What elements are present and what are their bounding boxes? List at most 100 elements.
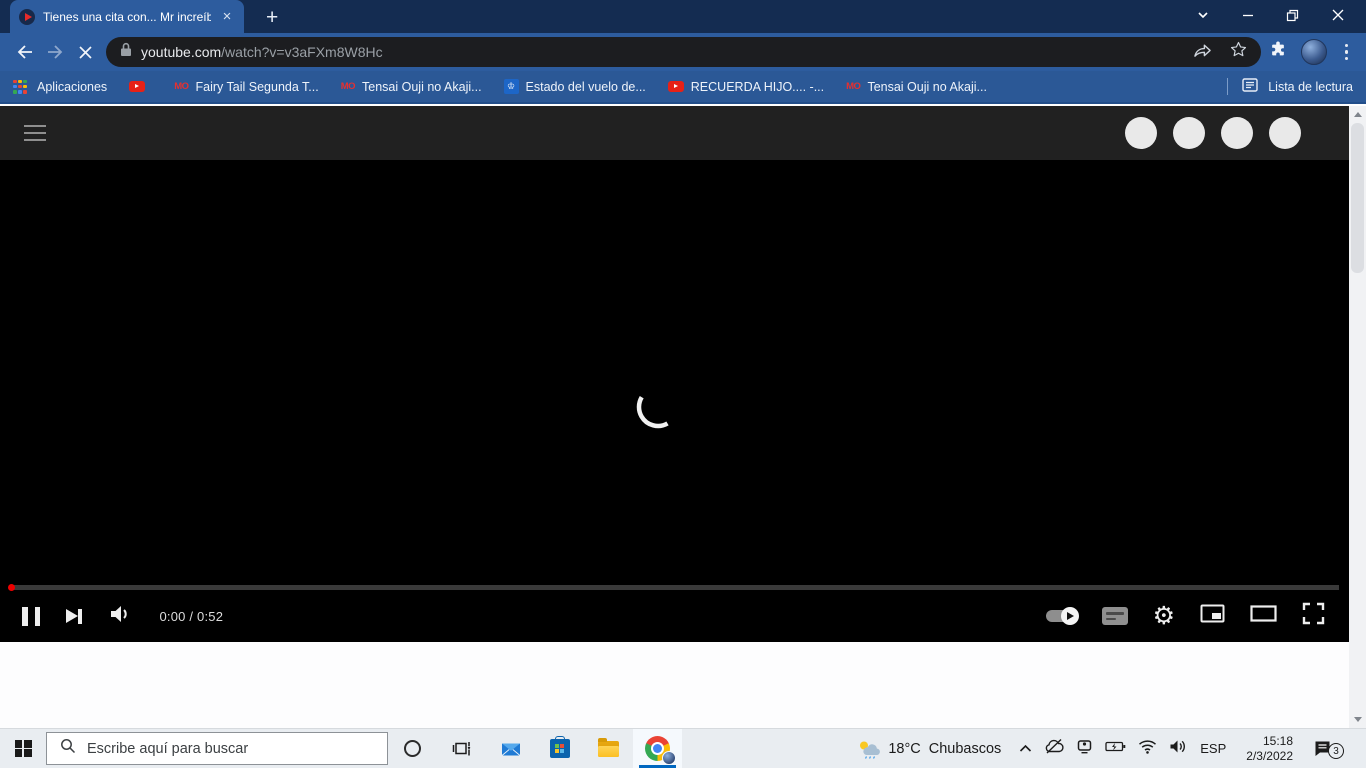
stop-loading-icon[interactable] <box>70 37 100 67</box>
youtube-icon <box>129 81 145 93</box>
tab-search-chevron-icon[interactable] <box>1180 0 1225 30</box>
klm-icon: ♔ <box>504 79 519 94</box>
reading-list-icon <box>1242 78 1258 95</box>
window-controls <box>1180 0 1360 30</box>
chrome-menu-icon[interactable] <box>1341 44 1352 60</box>
subtitles-icon[interactable] <box>1102 607 1128 625</box>
screen: Tienes una cita con... Mr increíble × + <box>0 0 1366 768</box>
bookmarks-bar: Aplicaciones MO Fairy Tail Segunda T... … <box>0 71 1366 104</box>
task-view-button[interactable] <box>437 729 486 768</box>
placeholder-circle <box>1221 117 1253 149</box>
chrome-taskbar-button[interactable] <box>633 729 682 768</box>
player-controls-right <box>1046 602 1349 630</box>
taskbar-search[interactable] <box>46 732 388 765</box>
keyboard-language[interactable]: ESP <box>1200 741 1226 756</box>
notification-badge: 3 <box>1328 743 1344 759</box>
weather-widget[interactable]: 18°C Chubascos <box>857 739 1001 759</box>
weather-icon <box>857 739 880 759</box>
apps-grid-icon[interactable] <box>13 80 27 94</box>
volume-tray-icon[interactable] <box>1169 739 1188 759</box>
forward-icon[interactable] <box>40 37 70 67</box>
page-content-below-player <box>0 642 1349 730</box>
fullscreen-icon[interactable] <box>1302 602 1325 630</box>
onedrive-paused-icon[interactable] <box>1044 738 1064 759</box>
battery-charging-icon[interactable] <box>1105 740 1126 758</box>
bookmark-item[interactable]: RECUERDA HIJO.... -... <box>668 80 824 94</box>
bookmarks-apps-label[interactable]: Aplicaciones <box>37 80 107 94</box>
share-icon[interactable] <box>1193 41 1212 63</box>
mo-icon: MO <box>846 81 860 92</box>
new-tab-button[interactable]: + <box>266 7 278 28</box>
theater-mode-icon[interactable] <box>1250 605 1277 627</box>
miniplayer-icon[interactable] <box>1200 604 1225 628</box>
reading-list-button[interactable]: Lista de lectura <box>1227 78 1353 95</box>
lock-icon[interactable] <box>120 42 132 62</box>
clock-date: 2/3/2022 <box>1246 749 1293 764</box>
wifi-icon[interactable] <box>1138 739 1157 759</box>
system-tray: 18°C Chubascos ESP 15:18 <box>857 729 1366 768</box>
extensions-puzzle-icon[interactable] <box>1269 41 1287 64</box>
bookmark-item[interactable]: MO Fairy Tail Segunda T... <box>174 80 319 94</box>
mo-icon: MO <box>341 81 355 92</box>
youtube-page: 0:00 / 0:52 <box>0 106 1349 728</box>
microsoft-store-button[interactable] <box>535 729 584 768</box>
close-button[interactable] <box>1315 0 1360 30</box>
youtube-header <box>0 106 1349 160</box>
chrome-profile-badge <box>662 751 676 765</box>
time-display: 0:00 / 0:52 <box>160 609 224 624</box>
bookmark-item[interactable]: MO Tensai Ouji no Akaji... <box>846 80 987 94</box>
settings-gear-icon[interactable] <box>1153 604 1175 629</box>
mail-app-button[interactable] <box>486 729 535 768</box>
bookmark-star-icon[interactable] <box>1230 41 1247 63</box>
bookmark-item[interactable]: ♔ Estado del vuelo de... <box>504 79 646 94</box>
clock-time: 15:18 <box>1246 734 1293 749</box>
scrollbar-down-arrow[interactable] <box>1349 711 1366 728</box>
video-player[interactable]: 0:00 / 0:52 <box>0 160 1349 642</box>
pause-button[interactable] <box>22 607 40 626</box>
restore-button[interactable] <box>1270 0 1315 30</box>
tab-close-icon[interactable]: × <box>219 9 235 24</box>
url-domain: youtube.com <box>141 44 221 60</box>
youtube-icon <box>668 81 684 93</box>
browser-tab[interactable]: Tienes una cita con... Mr increíble × <box>10 0 244 33</box>
hamburger-menu-icon[interactable] <box>24 125 46 141</box>
bookmark-item[interactable]: MO Tensai Ouji no Akaji... <box>341 80 482 94</box>
meet-now-icon[interactable] <box>1076 738 1093 759</box>
scrollbar-up-arrow[interactable] <box>1349 106 1366 123</box>
bookmark-item[interactable] <box>129 81 152 93</box>
browser-toolbar: youtube.com/watch?v=v3aFXm8W8Hc <box>0 33 1366 71</box>
volume-icon[interactable] <box>108 603 134 630</box>
clock-widget[interactable]: 15:18 2/3/2022 <box>1246 734 1293 764</box>
url-text[interactable]: youtube.com/watch?v=v3aFXm8W8Hc <box>141 44 383 60</box>
cortana-icon <box>404 740 421 757</box>
weather-condition: Chubascos <box>929 741 1002 757</box>
weather-temp: 18°C <box>888 741 920 757</box>
action-center-button[interactable]: 3 <box>1313 740 1342 757</box>
video-playhead[interactable] <box>8 584 15 591</box>
back-icon[interactable] <box>10 37 40 67</box>
loading-spinner-icon <box>636 385 680 434</box>
page-scrollbar[interactable] <box>1349 106 1366 728</box>
omnibox-actions <box>1193 41 1247 63</box>
profile-avatar[interactable] <box>1301 39 1327 65</box>
windows-taskbar: 18°C Chubascos ESP 15:18 <box>0 728 1366 768</box>
address-bar[interactable]: youtube.com/watch?v=v3aFXm8W8Hc <box>106 37 1261 67</box>
hidden-icons-chevron[interactable] <box>1019 740 1032 758</box>
file-explorer-button[interactable] <box>584 729 633 768</box>
tab-title: Tienes una cita con... Mr increíble <box>43 10 211 24</box>
task-view-icon <box>452 740 471 757</box>
video-progress-bar[interactable] <box>10 585 1339 590</box>
autoplay-toggle[interactable] <box>1046 610 1077 622</box>
tab-favicon <box>19 9 35 25</box>
mail-icon <box>500 740 522 758</box>
placeholder-circle <box>1173 117 1205 149</box>
start-button[interactable] <box>0 729 46 768</box>
search-icon <box>60 738 76 759</box>
next-video-button[interactable] <box>66 609 82 624</box>
cortana-button[interactable] <box>388 729 437 768</box>
minimize-button[interactable] <box>1225 0 1270 30</box>
search-input[interactable] <box>87 741 374 757</box>
browser-tab-bar: Tienes una cita con... Mr increíble × + <box>0 0 1366 33</box>
scrollbar-thumb[interactable] <box>1351 123 1364 273</box>
folder-icon <box>598 741 619 757</box>
